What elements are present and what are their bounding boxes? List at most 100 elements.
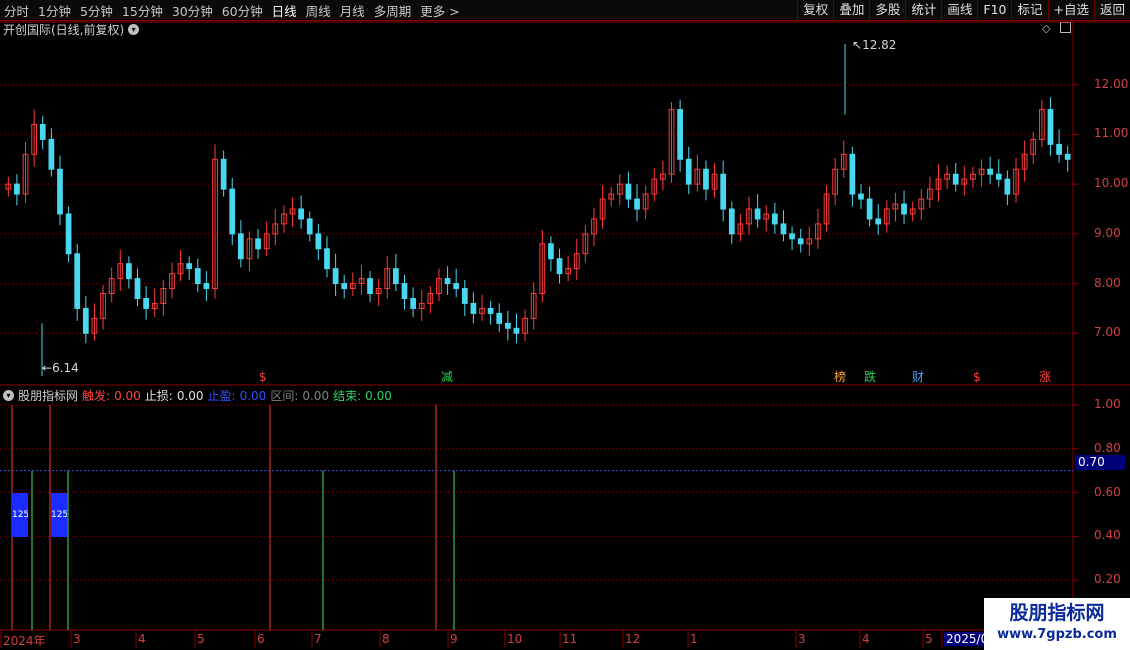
candle-body — [754, 208, 761, 220]
price-tick: 11.00 — [1094, 126, 1129, 141]
watermark-title: 股朋指标网 — [1009, 602, 1105, 624]
candle-body — [298, 208, 305, 220]
date-tick: 2024年 — [3, 634, 46, 648]
candle-body — [470, 302, 477, 314]
candle-body — [126, 263, 132, 280]
candle-body — [918, 198, 925, 210]
period-tab[interactable]: 分时 — [4, 1, 29, 20]
candle-body — [539, 243, 546, 295]
candle-body — [952, 173, 959, 185]
period-tab[interactable]: 1分钟 — [38, 1, 71, 20]
candle-body — [418, 302, 425, 309]
candle-body — [763, 213, 770, 220]
watermark: 股朋指标网 www.7gpzb.com — [984, 598, 1130, 650]
price-chart — [0, 21, 1130, 648]
chart-title: 开创国际(日线,前复权) ▾ — [3, 21, 140, 38]
event-tag[interactable]: 跌 — [864, 371, 876, 384]
period-tab[interactable]: 30分钟 — [172, 1, 213, 20]
candle-body — [22, 153, 29, 195]
signal-box: 1256 — [12, 493, 28, 537]
date-tick: 10 — [507, 632, 523, 646]
candle-body — [789, 233, 795, 240]
window-toggle-icon[interactable] — [1060, 22, 1071, 33]
candle-body — [82, 307, 89, 334]
tool-button[interactable]: 复权 — [797, 0, 833, 20]
candle-body — [961, 178, 968, 185]
tool-button[interactable]: 标记 — [1011, 0, 1047, 20]
candle-body — [177, 263, 184, 275]
date-tick: 9 — [450, 632, 458, 646]
chevron-down-icon[interactable]: ▾ — [128, 24, 140, 35]
tool-button[interactable]: 多股 — [869, 0, 905, 20]
period-tab[interactable]: 更多 > — [420, 1, 459, 20]
event-tag[interactable]: 涨 — [1039, 371, 1051, 384]
candle-body — [513, 327, 520, 334]
candle-body — [832, 168, 839, 195]
candle-body — [591, 218, 597, 235]
period-tab[interactable]: 日线 — [272, 1, 297, 20]
trigger-value: 0.00 — [114, 388, 141, 403]
candle-body — [694, 168, 701, 185]
event-tag[interactable]: 财 — [912, 371, 924, 384]
price-tick: 12.00 — [1094, 76, 1129, 91]
candle-body — [1013, 168, 1019, 195]
period-tab[interactable]: 周线 — [306, 1, 331, 20]
period-tab[interactable]: 月线 — [340, 1, 365, 20]
date-tick: 3 — [73, 632, 81, 646]
period-tab[interactable]: 60分钟 — [222, 1, 263, 20]
date-axis: 2024年 3 4 5 6 7 8 9 10 11 12 1 3 4 5 2025/0 — [0, 630, 1130, 650]
candle-body — [255, 238, 261, 250]
period-tab[interactable]: 15分钟 — [122, 1, 163, 20]
candle-body — [246, 238, 253, 260]
period-tab[interactable]: 多周期 — [374, 1, 412, 20]
period-tab[interactable]: 5分钟 — [80, 1, 113, 20]
candle-body — [703, 168, 709, 190]
diamond-icon[interactable]: ◇ — [1042, 22, 1050, 35]
candle-body — [229, 188, 236, 235]
event-tag[interactable]: 榜 — [834, 371, 846, 384]
candle-body — [461, 288, 468, 304]
candle-body — [866, 198, 873, 220]
tool-button[interactable]: 统计 — [905, 0, 941, 20]
candle-body — [668, 109, 675, 175]
price-tick: 9.00 — [1094, 225, 1121, 240]
period-tabs: 分时 1分钟 5分钟 15分钟 30分钟 60分钟 日线 周线 月线 多周期 更多 > — [4, 0, 460, 20]
tool-button[interactable]: +自选 — [1047, 0, 1094, 20]
current-value-box: 0.70 — [1075, 455, 1125, 470]
event-tag[interactable]: $ — [973, 371, 981, 384]
candle-body — [410, 297, 416, 309]
candle-body — [367, 278, 373, 295]
candle-body — [660, 173, 666, 180]
candle-body — [806, 238, 813, 245]
tool-button[interactable]: 返回 — [1093, 0, 1130, 20]
candle-body — [1038, 109, 1045, 140]
candle-body — [39, 123, 46, 140]
indicator-tick: 0.80 — [1094, 440, 1121, 455]
candle-body — [746, 208, 752, 225]
candle-body — [375, 288, 382, 295]
chevron-down-icon[interactable]: ▾ — [3, 390, 14, 401]
candle-body — [194, 268, 201, 285]
candle-body — [909, 208, 916, 215]
candle-body — [427, 293, 434, 304]
tool-button[interactable]: 叠加 — [833, 0, 869, 20]
tool-button[interactable]: F10 — [977, 0, 1011, 20]
candle-body — [65, 213, 72, 255]
date-tick: 12 — [625, 632, 641, 646]
candle-body — [927, 188, 933, 200]
tool-button[interactable]: 画线 — [941, 0, 977, 20]
candle-body — [1056, 143, 1062, 155]
date-tick: 4 — [138, 632, 146, 646]
candle-body — [616, 183, 623, 195]
candle-body — [212, 158, 218, 290]
candle-body — [995, 173, 1002, 180]
candle-body — [160, 288, 167, 304]
candle-body — [263, 233, 270, 250]
candle-body — [169, 273, 175, 290]
event-tag[interactable]: 减 — [441, 371, 453, 384]
date-tick: 7 — [314, 632, 322, 646]
candle-body — [117, 263, 124, 280]
candle-body — [91, 317, 98, 334]
event-tag[interactable]: $ — [259, 371, 267, 384]
candle-body — [134, 278, 141, 299]
